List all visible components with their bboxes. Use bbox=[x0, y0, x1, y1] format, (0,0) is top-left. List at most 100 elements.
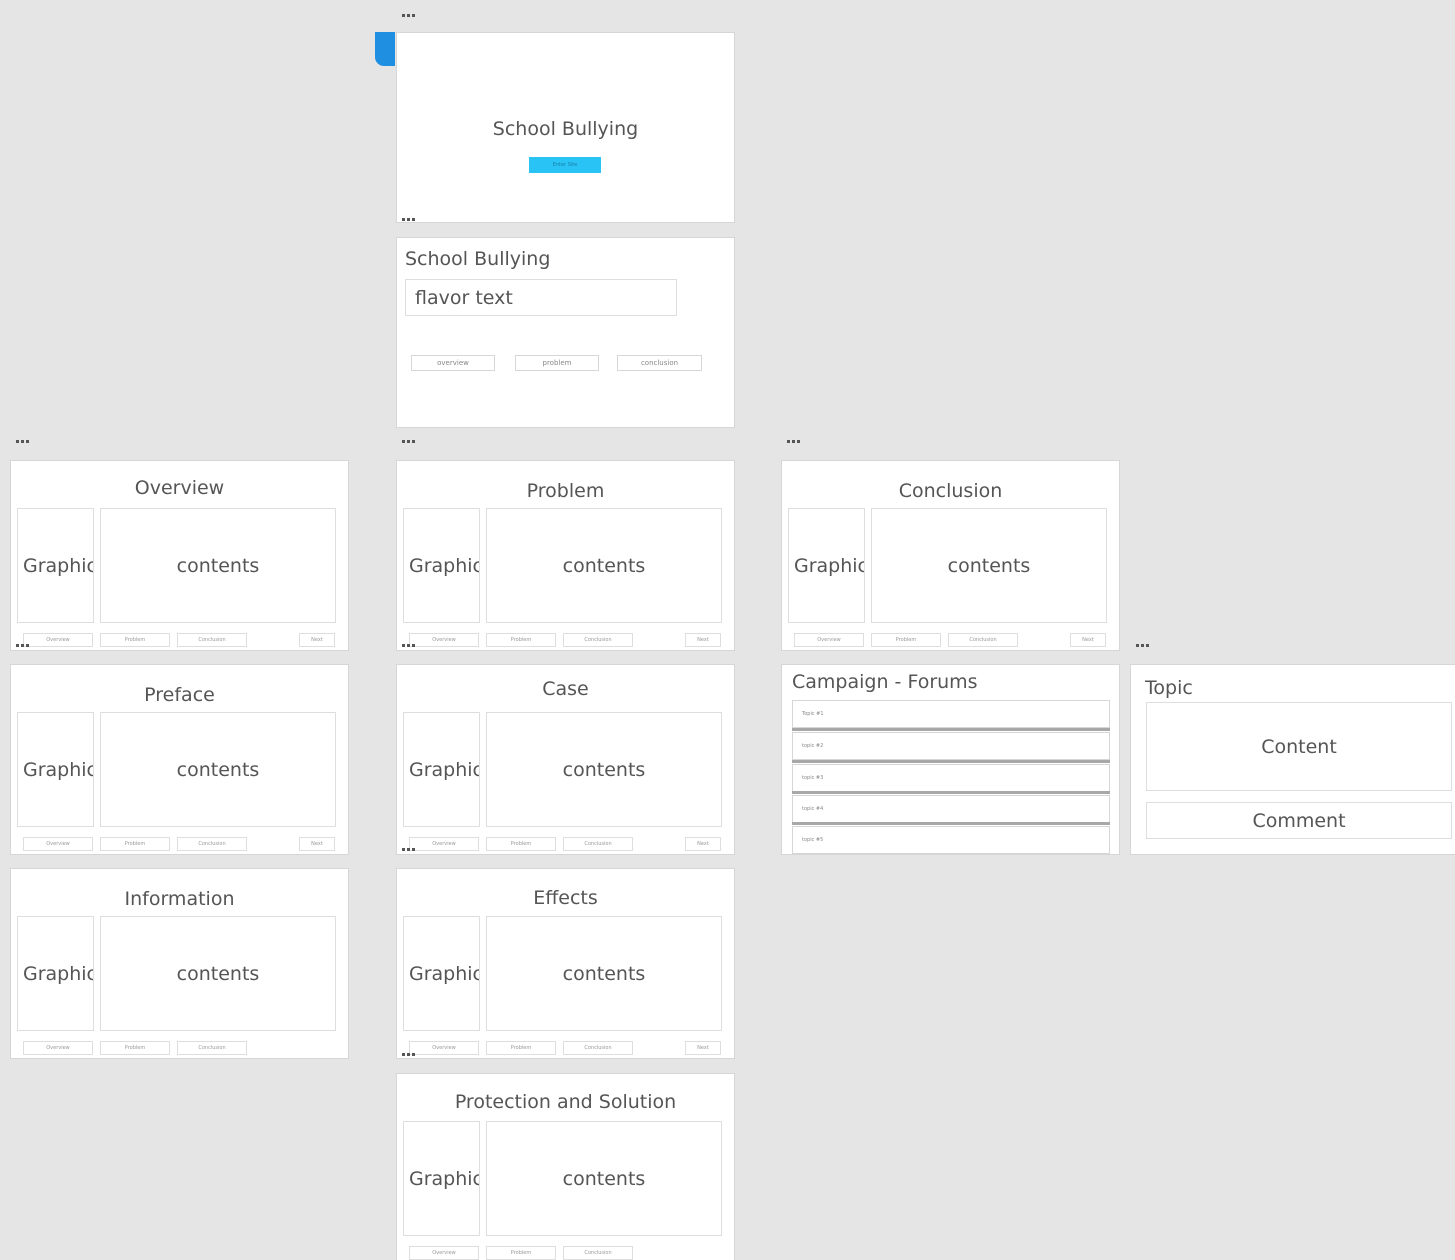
graphic-placeholder: Graphic bbox=[788, 508, 865, 623]
topic-title: Topic bbox=[1145, 677, 1193, 699]
forum-topic-item[interactable]: topic #4 bbox=[792, 795, 1110, 823]
artboard-handle-icon[interactable] bbox=[402, 438, 420, 444]
section-title: Conclusion bbox=[898, 480, 1003, 502]
enter-site-button[interactable]: Enter Site bbox=[529, 157, 601, 173]
mini-nav-conclusion[interactable]: Conclusion bbox=[177, 837, 247, 851]
mini-nav-problem[interactable]: Problem bbox=[100, 1041, 170, 1055]
contents-placeholder: contents bbox=[486, 508, 722, 623]
mini-nav: Overview Problem Conclusion Next bbox=[23, 633, 336, 647]
forum-topic-item[interactable]: topic #2 bbox=[792, 732, 1110, 760]
artboard-splash[interactable]: School Bullying Enter Site bbox=[396, 32, 735, 223]
artboard-handle-icon[interactable] bbox=[402, 846, 420, 852]
contents-placeholder: contents bbox=[100, 508, 336, 623]
artboard-preface[interactable]: Preface Graphic contents Overview Proble… bbox=[10, 664, 349, 855]
mini-nav-problem[interactable]: Problem bbox=[871, 633, 941, 647]
graphic-placeholder: Graphic bbox=[403, 712, 480, 827]
mini-nav-conclusion[interactable]: Conclusion bbox=[177, 633, 247, 647]
mini-nav: Overview Problem Conclusion Next bbox=[409, 837, 722, 851]
mini-nav-problem[interactable]: Problem bbox=[486, 1246, 556, 1260]
artboard-handle-icon[interactable] bbox=[787, 438, 805, 444]
mini-nav-next[interactable]: Next bbox=[685, 633, 721, 647]
forum-topic-item[interactable]: Topic #1 bbox=[792, 700, 1110, 728]
mini-nav-overview[interactable]: Overview bbox=[23, 837, 93, 851]
home-marker[interactable] bbox=[375, 32, 395, 66]
contents-placeholder: contents bbox=[871, 508, 1107, 623]
mini-nav-conclusion[interactable]: Conclusion bbox=[563, 633, 633, 647]
artboard-forums[interactable]: Campaign - Forums Topic #1 topic #2 topi… bbox=[781, 664, 1120, 855]
flavor-text-box: flavor text bbox=[405, 279, 677, 316]
artboard-home[interactable]: School Bullying flavor text overview pro… bbox=[396, 237, 735, 428]
section-title: Information bbox=[124, 888, 235, 910]
graphic-placeholder: Graphic bbox=[17, 508, 94, 623]
home-title: School Bullying bbox=[405, 248, 551, 270]
mini-nav-conclusion[interactable]: Conclusion bbox=[177, 1041, 247, 1055]
mini-nav-conclusion[interactable]: Conclusion bbox=[563, 1041, 633, 1055]
forum-topic-item[interactable]: topic #3 bbox=[792, 764, 1110, 792]
section-title: Protection and Solution bbox=[454, 1091, 677, 1113]
artboard-handle-icon[interactable] bbox=[1136, 642, 1154, 648]
section-title: Preface bbox=[144, 684, 215, 706]
mini-nav-next[interactable]: Next bbox=[685, 837, 721, 851]
forum-divider bbox=[792, 822, 1110, 825]
artboard-protection[interactable]: Protection and Solution Graphic contents… bbox=[396, 1073, 735, 1260]
artboard-handle-icon[interactable] bbox=[402, 216, 420, 222]
graphic-placeholder: Graphic bbox=[403, 508, 480, 623]
forum-topic-item[interactable]: topic #5 bbox=[792, 826, 1110, 854]
mini-nav-next[interactable]: Next bbox=[299, 633, 335, 647]
artboard-effects[interactable]: Effects Graphic contents Overview Proble… bbox=[396, 868, 735, 1059]
topic-comment-box[interactable]: Comment bbox=[1146, 802, 1452, 839]
artboard-case[interactable]: Case Graphic contents Overview Problem C… bbox=[396, 664, 735, 855]
artboard-information[interactable]: Information Graphic contents Overview Pr… bbox=[10, 868, 349, 1059]
artboard-handle-icon[interactable] bbox=[402, 12, 420, 18]
contents-placeholder: contents bbox=[486, 712, 722, 827]
artboard-handle-icon[interactable] bbox=[402, 642, 420, 648]
splash-title: School Bullying bbox=[492, 118, 639, 140]
mini-nav: Overview Problem Conclusion bbox=[23, 1041, 336, 1055]
artboard-handle-icon[interactable] bbox=[402, 1051, 420, 1057]
mini-nav: Overview Problem Conclusion Next bbox=[409, 633, 722, 647]
mini-nav: Overview Problem Conclusion Next bbox=[409, 1041, 722, 1055]
forum-divider bbox=[792, 791, 1110, 794]
graphic-placeholder: Graphic bbox=[17, 712, 94, 827]
artboard-handle-icon[interactable] bbox=[16, 438, 34, 444]
artboard-overview[interactable]: Overview Graphic contents Overview Probl… bbox=[10, 460, 349, 651]
mini-nav: Overview Problem Conclusion Next bbox=[23, 837, 336, 851]
mini-nav: Overview Problem Conclusion bbox=[409, 1246, 722, 1260]
mini-nav-overview[interactable]: Overview bbox=[409, 1246, 479, 1260]
mini-nav-next[interactable]: Next bbox=[685, 1041, 721, 1055]
section-title: Problem bbox=[526, 480, 605, 502]
forums-title: Campaign - Forums bbox=[792, 671, 978, 693]
section-title: Case bbox=[542, 678, 589, 700]
mini-nav-problem[interactable]: Problem bbox=[486, 1041, 556, 1055]
mini-nav-problem[interactable]: Problem bbox=[100, 837, 170, 851]
mini-nav-overview[interactable]: Overview bbox=[23, 1041, 93, 1055]
artboard-conclusion[interactable]: Conclusion Graphic contents Overview Pro… bbox=[781, 460, 1120, 651]
mini-nav-next[interactable]: Next bbox=[1070, 633, 1106, 647]
forum-divider bbox=[792, 728, 1110, 731]
overview-nav-button[interactable]: overview bbox=[411, 355, 495, 371]
section-title: Effects bbox=[533, 887, 598, 909]
mini-nav-problem[interactable]: Problem bbox=[486, 837, 556, 851]
mini-nav-next[interactable]: Next bbox=[299, 837, 335, 851]
forum-divider bbox=[792, 760, 1110, 763]
graphic-placeholder: Graphic bbox=[17, 916, 94, 1031]
artboard-handle-icon[interactable] bbox=[16, 642, 34, 648]
contents-placeholder: contents bbox=[486, 916, 722, 1031]
contents-placeholder: contents bbox=[100, 916, 336, 1031]
contents-placeholder: contents bbox=[486, 1121, 722, 1236]
mini-nav-conclusion[interactable]: Conclusion bbox=[948, 633, 1018, 647]
problem-nav-button[interactable]: problem bbox=[515, 355, 599, 371]
contents-placeholder: contents bbox=[100, 712, 336, 827]
mini-nav-problem[interactable]: Problem bbox=[486, 633, 556, 647]
graphic-placeholder: Graphic bbox=[403, 1121, 480, 1236]
artboard-problem[interactable]: Problem Graphic contents Overview Proble… bbox=[396, 460, 735, 651]
section-title: Overview bbox=[134, 477, 225, 499]
mini-nav-conclusion[interactable]: Conclusion bbox=[563, 837, 633, 851]
topic-content-box: Content bbox=[1146, 702, 1452, 791]
mini-nav-conclusion[interactable]: Conclusion bbox=[563, 1246, 633, 1260]
artboard-topic[interactable]: Topic Content Comment bbox=[1130, 664, 1455, 855]
conclusion-nav-button[interactable]: conclusion bbox=[617, 355, 702, 371]
mini-nav: Overview Problem Conclusion Next bbox=[794, 633, 1107, 647]
mini-nav-overview[interactable]: Overview bbox=[794, 633, 864, 647]
mini-nav-problem[interactable]: Problem bbox=[100, 633, 170, 647]
